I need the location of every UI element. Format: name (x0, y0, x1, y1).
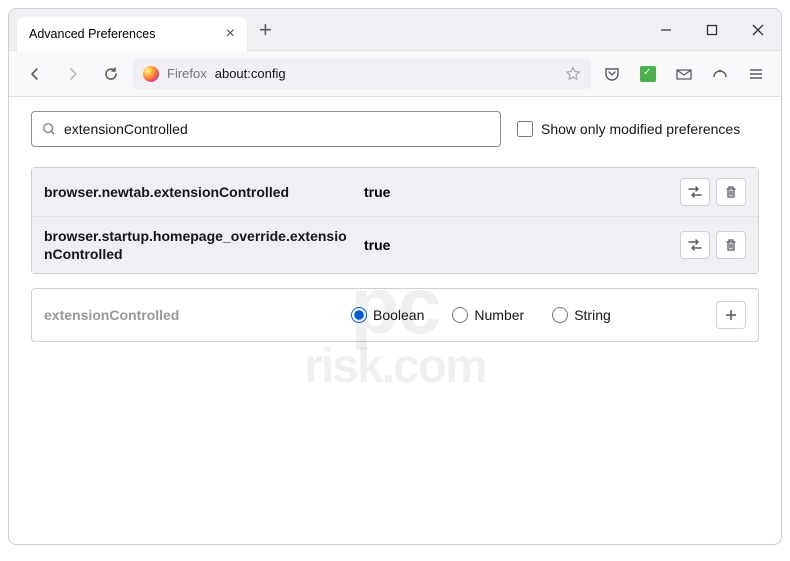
preference-name: browser.startup.homepage_override.extens… (44, 227, 354, 263)
url-bar[interactable]: Firefox about:config (133, 59, 591, 89)
extension-icon[interactable] (633, 59, 663, 89)
show-modified-checkbox[interactable]: Show only modified preferences (517, 121, 740, 137)
toggle-button[interactable] (680, 231, 710, 259)
mail-icon[interactable] (669, 59, 699, 89)
type-number[interactable]: Number (452, 307, 524, 323)
minimize-button[interactable] (643, 9, 689, 51)
forward-button[interactable] (57, 58, 89, 90)
page-content: pc risk.com Show only modified preferenc… (9, 97, 781, 544)
account-icon[interactable] (705, 59, 735, 89)
menu-button[interactable] (741, 59, 771, 89)
browser-tab[interactable]: Advanced Preferences × (17, 17, 247, 51)
preference-row: browser.startup.homepage_override.extens… (32, 216, 758, 273)
preference-row: browser.newtab.extensionControlled true (32, 168, 758, 216)
type-radio-group: Boolean Number String (351, 307, 704, 323)
pocket-icon[interactable] (597, 59, 627, 89)
search-box[interactable] (31, 111, 501, 147)
type-boolean[interactable]: Boolean (351, 307, 424, 323)
close-tab-icon[interactable]: × (226, 25, 235, 43)
navigation-toolbar: Firefox about:config (9, 51, 781, 97)
reload-button[interactable] (95, 58, 127, 90)
firefox-icon (143, 66, 159, 82)
add-button[interactable] (716, 301, 746, 329)
new-preference-row: extensionControlled Boolean Number Strin… (31, 288, 759, 342)
back-button[interactable] (19, 58, 51, 90)
titlebar: Advanced Preferences × + (9, 9, 781, 51)
search-input[interactable] (64, 121, 490, 137)
window-controls (643, 9, 781, 51)
tab-title: Advanced Preferences (29, 27, 155, 41)
maximize-button[interactable] (689, 9, 735, 51)
new-tab-button[interactable]: + (259, 17, 272, 43)
url-host: Firefox (167, 66, 207, 81)
preference-name: browser.newtab.extensionControlled (44, 183, 354, 201)
browser-window: Advanced Preferences × + Firefox about:c… (8, 8, 782, 545)
toolbar-actions (597, 59, 771, 89)
preference-value: true (364, 184, 670, 200)
delete-button[interactable] (716, 231, 746, 259)
show-modified-label: Show only modified preferences (541, 121, 740, 137)
search-row: Show only modified preferences (31, 111, 759, 147)
search-icon (42, 122, 56, 136)
delete-button[interactable] (716, 178, 746, 206)
toggle-button[interactable] (680, 178, 710, 206)
url-path: about:config (215, 66, 286, 81)
type-string[interactable]: String (552, 307, 611, 323)
close-window-button[interactable] (735, 9, 781, 51)
new-preference-name: extensionControlled (44, 307, 339, 323)
preference-list: browser.newtab.extensionControlled true … (31, 167, 759, 274)
preference-value: true (364, 237, 670, 253)
bookmark-star-icon[interactable] (565, 66, 581, 82)
show-modified-input[interactable] (517, 121, 533, 137)
